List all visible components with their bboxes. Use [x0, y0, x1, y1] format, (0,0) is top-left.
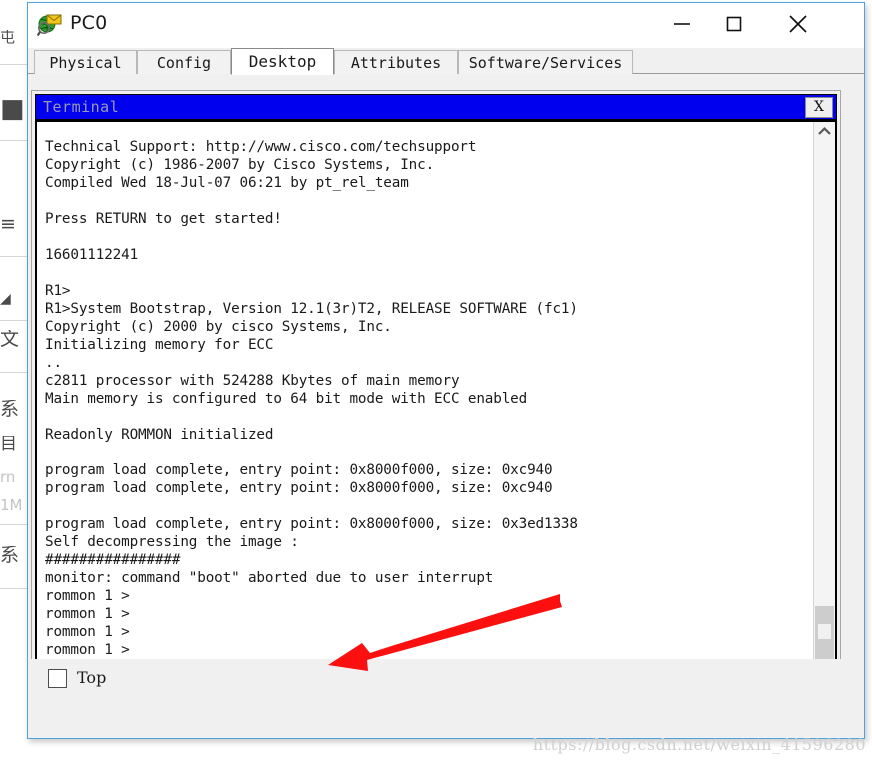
background-text-fragment: 屯 — [0, 30, 16, 45]
background-text-fragment: ◢ — [0, 292, 11, 306]
background-text-fragment: ■ — [0, 96, 25, 122]
top-checkbox[interactable] — [48, 669, 67, 688]
background-divider — [0, 320, 28, 321]
terminal-title-bar: Terminal X — [35, 94, 837, 120]
window-bottom-bar: Top — [28, 659, 864, 699]
background-text-fragment: 目 — [0, 436, 17, 453]
background-text-fragment: 文 — [0, 330, 20, 349]
terminal-window: Terminal X Technical Support: http://www… — [35, 94, 837, 685]
minimize-button[interactable] — [656, 3, 708, 47]
background-divider — [0, 256, 28, 257]
pc0-device-window: PC0 Physical Config Desktop Attributes S… — [27, 2, 865, 739]
scrollbar-thumb[interactable] — [815, 606, 834, 659]
tab-physical[interactable]: Physical — [34, 50, 137, 75]
background-text-fragment: 系 — [0, 546, 20, 565]
close-icon — [789, 14, 807, 33]
background-divider — [0, 140, 28, 141]
chevron-up-icon — [818, 127, 831, 135]
desktop-tab-content: Terminal X Technical Support: http://www… — [28, 74, 864, 699]
background-text-fragment: ≡ — [0, 215, 16, 234]
top-checkbox-label: Top — [77, 668, 107, 687]
minimize-icon — [674, 22, 690, 25]
window-title: PC0 — [70, 12, 108, 34]
terminal-panel-frame: Terminal X Technical Support: http://www… — [31, 90, 841, 689]
background-divider — [0, 588, 28, 589]
pc-device-icon — [36, 11, 63, 37]
tab-desktop[interactable]: Desktop — [231, 48, 334, 75]
scrollbar-thumb-grip — [818, 624, 831, 639]
background-divider — [0, 64, 28, 65]
terminal-close-button[interactable]: X — [805, 97, 833, 118]
close-button[interactable] — [772, 3, 824, 47]
background-text-fragment: 1M — [0, 498, 23, 513]
scroll-up-button[interactable] — [814, 122, 835, 142]
tab-config[interactable]: Config — [137, 50, 231, 75]
background-text-fragment: rn — [0, 470, 16, 485]
background-divider — [0, 372, 28, 373]
maximize-icon — [726, 16, 742, 31]
terminal-scrollbar[interactable] — [813, 122, 835, 683]
tab-bar: Physical Config Desktop Attributes Softw… — [28, 48, 864, 75]
background-divider — [0, 524, 28, 525]
background-text-fragment: 系 — [0, 400, 20, 419]
tab-software-services[interactable]: Software/Services — [458, 50, 633, 75]
maximize-button[interactable] — [708, 3, 760, 47]
terminal-title: Terminal — [43, 98, 120, 116]
tab-attributes[interactable]: Attributes — [334, 50, 458, 75]
terminal-console-area[interactable]: Technical Support: http://www.cisco.com/… — [35, 120, 837, 685]
window-title-bar: PC0 — [28, 3, 864, 48]
terminal-output-text: Technical Support: http://www.cisco.com/… — [45, 139, 578, 683]
